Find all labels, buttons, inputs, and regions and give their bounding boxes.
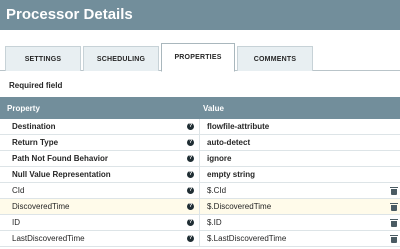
row-actions: [388, 231, 400, 246]
table-row[interactable]: ID? $.ID: [0, 215, 400, 231]
property-name: ID: [12, 218, 20, 227]
table-row[interactable]: Destination? flowfile-attribute: [0, 119, 400, 135]
property-name-cell: Null Value Representation?: [0, 167, 200, 182]
question-circle-icon[interactable]: ?: [187, 171, 194, 178]
row-actions: [388, 215, 400, 230]
property-name: Null Value Representation: [12, 170, 111, 179]
trash-icon[interactable]: [390, 186, 398, 195]
row-actions: [388, 183, 400, 198]
trash-icon[interactable]: [390, 234, 398, 243]
row-actions: [388, 151, 400, 166]
row-actions: [388, 135, 400, 150]
table-header: Property Value: [0, 97, 400, 119]
table-row[interactable]: CId? $.CId: [0, 183, 400, 199]
property-value[interactable]: flowfile-attribute: [200, 119, 388, 134]
property-name: Path Not Found Behavior: [12, 154, 108, 163]
trash-icon[interactable]: [390, 218, 398, 227]
property-name-cell: Destination?: [0, 119, 200, 134]
question-circle-icon[interactable]: ?: [187, 219, 194, 226]
property-name-cell: Path Not Found Behavior?: [0, 151, 200, 166]
property-name: CId: [12, 186, 25, 195]
property-name: LastDiscoveredTime: [12, 234, 85, 243]
property-value[interactable]: empty string: [200, 167, 388, 182]
property-name: Return Type: [12, 138, 59, 147]
property-value[interactable]: ignore: [200, 151, 388, 166]
property-name-cell: LastDiscoveredTime?: [0, 231, 200, 246]
property-name-cell: CId?: [0, 183, 200, 198]
tab-bar: SETTINGS SCHEDULING PROPERTIES COMMENTS: [0, 42, 400, 72]
property-value[interactable]: $.CId: [200, 183, 388, 198]
column-header-value[interactable]: Value: [200, 104, 400, 113]
column-header-property[interactable]: Property: [0, 104, 200, 113]
table-row[interactable]: Return Type? auto-detect: [0, 135, 400, 151]
question-circle-icon[interactable]: ?: [187, 139, 194, 146]
tab-settings[interactable]: SETTINGS: [5, 46, 81, 71]
dialog-title: Processor Details: [0, 0, 400, 30]
tab-comments[interactable]: COMMENTS: [237, 46, 313, 71]
property-name: DiscoveredTime: [12, 202, 70, 211]
row-actions: [388, 119, 400, 134]
required-field-label: Required field: [9, 81, 63, 90]
property-value[interactable]: $.ID: [200, 215, 388, 230]
question-circle-icon[interactable]: ?: [187, 123, 194, 130]
property-name-cell: Return Type?: [0, 135, 200, 150]
property-name: Destination: [12, 122, 56, 131]
tab-properties[interactable]: PROPERTIES: [161, 43, 235, 72]
question-circle-icon[interactable]: ?: [187, 155, 194, 162]
table-row[interactable]: DiscoveredTime? $.DiscoveredTime: [0, 199, 400, 215]
row-actions: [388, 199, 400, 214]
question-circle-icon[interactable]: ?: [187, 235, 194, 242]
property-value[interactable]: $.LastDiscoveredTime: [200, 231, 388, 246]
property-value[interactable]: auto-detect: [200, 135, 388, 150]
question-circle-icon[interactable]: ?: [187, 203, 194, 210]
table-row[interactable]: Null Value Representation? empty string: [0, 167, 400, 183]
properties-table: Property Value Destination? flowfile-attr…: [0, 97, 400, 247]
table-row[interactable]: LastDiscoveredTime? $.LastDiscoveredTime: [0, 231, 400, 247]
tab-scheduling[interactable]: SCHEDULING: [83, 46, 159, 71]
property-value[interactable]: $.DiscoveredTime: [200, 199, 388, 214]
row-actions: [388, 167, 400, 182]
property-name-cell: ID?: [0, 215, 200, 230]
question-circle-icon[interactable]: ?: [187, 187, 194, 194]
property-name-cell: DiscoveredTime?: [0, 199, 200, 214]
trash-icon[interactable]: [390, 202, 398, 211]
table-row[interactable]: Path Not Found Behavior? ignore: [0, 151, 400, 167]
